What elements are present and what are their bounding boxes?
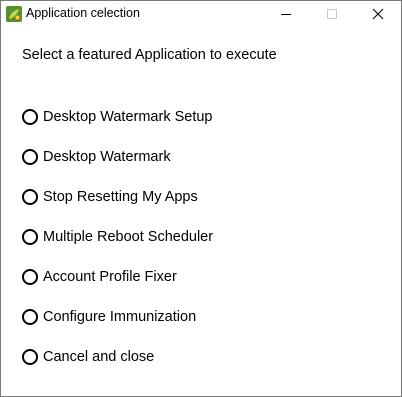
- title-bar[interactable]: Application celection: [1, 1, 401, 27]
- option-label: Multiple Reboot Scheduler: [43, 229, 214, 245]
- option-label: Configure Immunization: [43, 309, 197, 325]
- app-leaf-icon: [6, 6, 22, 22]
- option-label: Stop Resetting My Apps: [43, 189, 198, 205]
- option-account-profile-fixer[interactable]: Account Profile Fixer: [22, 267, 177, 287]
- prompt-label: Select a featured Application to execute: [22, 47, 277, 63]
- maximize-icon: [327, 9, 337, 19]
- radio-button[interactable]: [22, 229, 38, 245]
- radio-button[interactable]: [22, 349, 38, 365]
- application-window: Application celection Select a featured …: [0, 0, 402, 397]
- option-multiple-reboot-scheduler[interactable]: Multiple Reboot Scheduler: [22, 227, 213, 247]
- option-label: Desktop Watermark Setup: [43, 109, 213, 125]
- option-label: Desktop Watermark: [43, 149, 171, 165]
- option-label: Cancel and close: [43, 349, 155, 365]
- radio-button[interactable]: [22, 269, 38, 285]
- radio-button[interactable]: [22, 109, 38, 125]
- radio-button[interactable]: [22, 149, 38, 165]
- close-icon: [372, 8, 384, 20]
- minimize-icon: [281, 14, 291, 15]
- option-stop-resetting-my-apps[interactable]: Stop Resetting My Apps: [22, 187, 198, 207]
- radio-button[interactable]: [22, 309, 38, 325]
- window-title: Application celection: [26, 6, 140, 20]
- option-label: Account Profile Fixer: [43, 269, 177, 285]
- option-cancel-and-close[interactable]: Cancel and close: [22, 347, 154, 367]
- option-desktop-watermark[interactable]: Desktop Watermark: [22, 147, 171, 167]
- radio-button[interactable]: [22, 189, 38, 205]
- maximize-button[interactable]: [309, 1, 355, 27]
- option-configure-immunization[interactable]: Configure Immunization: [22, 307, 196, 327]
- option-desktop-watermark-setup[interactable]: Desktop Watermark Setup: [22, 107, 213, 127]
- minimize-button[interactable]: [263, 1, 309, 27]
- close-button[interactable]: [355, 1, 401, 27]
